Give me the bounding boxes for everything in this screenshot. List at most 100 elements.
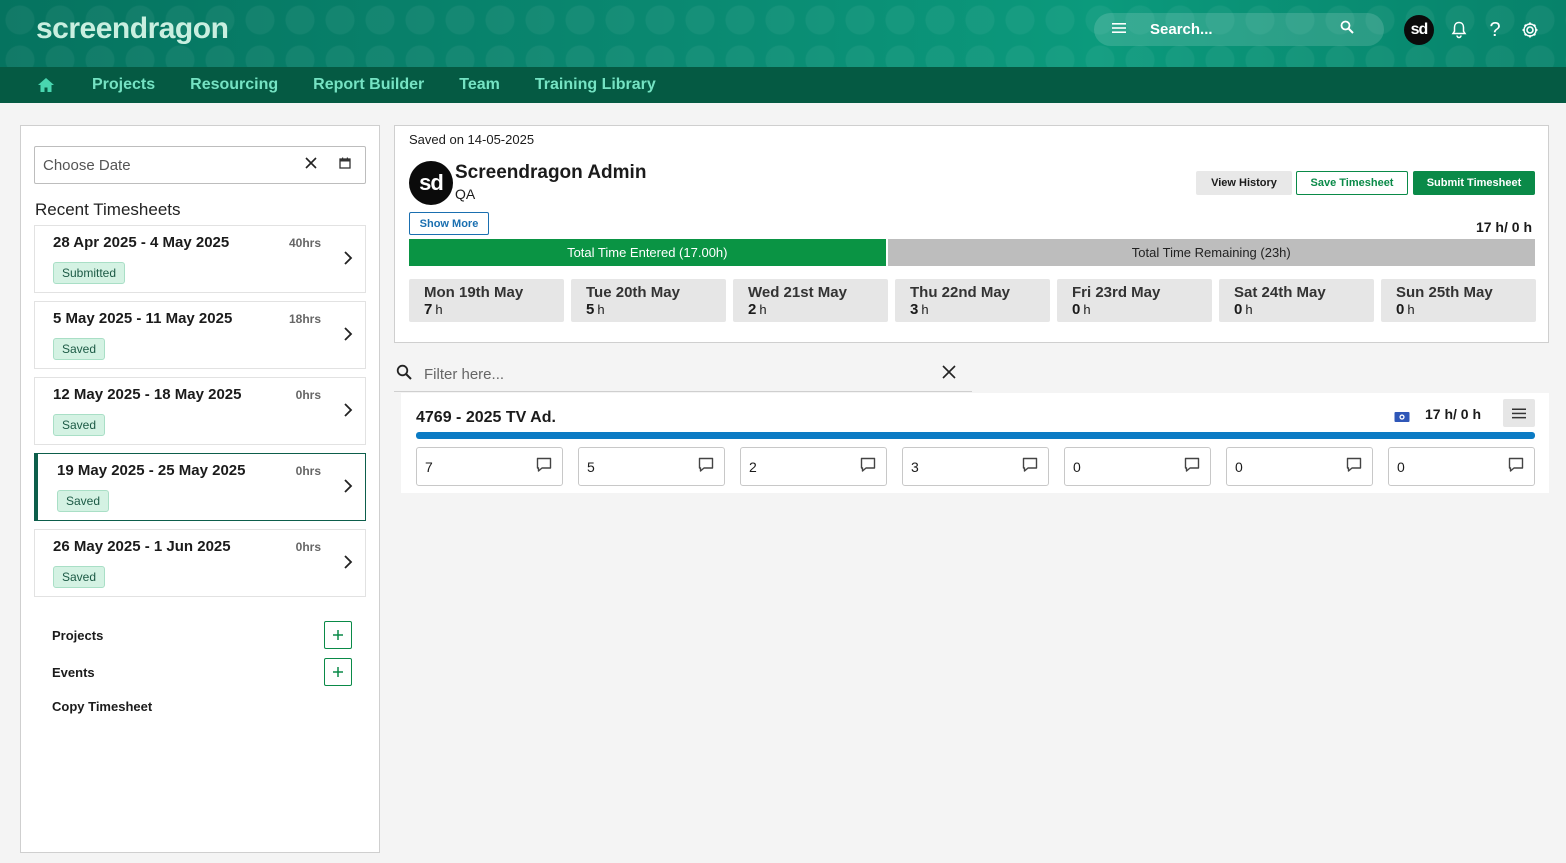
day-hours: 0: [1234, 301, 1243, 318]
user-avatar-large: sd: [409, 161, 453, 205]
hours-entry-thu[interactable]: 3: [902, 447, 1049, 486]
filter-input[interactable]: Filter here...: [424, 366, 942, 383]
project-progress-bar: [416, 432, 1535, 439]
day-unit: h: [1407, 302, 1415, 317]
hours-value[interactable]: 0: [1235, 459, 1243, 475]
day-hours: 5: [586, 301, 595, 318]
nav-report-builder[interactable]: Report Builder: [313, 76, 424, 94]
home-icon[interactable]: [37, 75, 57, 95]
day-summary-fri[interactable]: Fri 23rd May 0h: [1057, 279, 1212, 322]
day-name: Fri 23rd May: [1072, 284, 1161, 301]
timesheet-item[interactable]: 28 Apr 2025 - 4 May 2025 40hrs Submitted: [34, 225, 366, 293]
clear-icon[interactable]: [305, 156, 325, 174]
projects-label: Projects: [52, 628, 104, 643]
help-icon[interactable]: ?: [1484, 18, 1506, 42]
search-bar[interactable]: Search...: [1094, 13, 1384, 46]
hours-value[interactable]: 7: [425, 459, 433, 475]
timesheet-range: 19 May 2025 - 25 May 2025: [57, 462, 246, 479]
day-hours: 2: [748, 301, 757, 318]
logo[interactable]: screendragon: [36, 12, 229, 46]
day-hours: 0: [1072, 301, 1081, 318]
hours-value[interactable]: 3: [911, 459, 919, 475]
day-hours: 0: [1396, 301, 1405, 318]
day-summary-thu[interactable]: Thu 22nd May 3h: [895, 279, 1050, 322]
comment-icon[interactable]: [1184, 457, 1201, 474]
status-badge: Submitted: [53, 262, 126, 284]
comment-icon[interactable]: [1022, 457, 1039, 474]
timesheet-item-active[interactable]: 19 May 2025 - 25 May 2025 0hrs Saved: [34, 453, 366, 521]
day-name: Sun 25th May: [1396, 284, 1493, 301]
chevron-right-icon[interactable]: [343, 326, 357, 344]
comment-icon[interactable]: [1508, 457, 1525, 474]
view-history-button[interactable]: View History: [1196, 171, 1292, 195]
hours-value[interactable]: 0: [1073, 459, 1081, 475]
main-nav: Projects Resourcing Report Builder Team …: [0, 67, 1566, 103]
hours-value[interactable]: 0: [1397, 459, 1405, 475]
gear-icon[interactable]: [1519, 18, 1541, 42]
chevron-right-icon[interactable]: [343, 554, 357, 572]
timesheet-hours: 40hrs: [288, 236, 321, 250]
day-summary-wed[interactable]: Wed 21st May 2h: [733, 279, 888, 322]
day-unit: h: [1083, 302, 1091, 317]
save-timesheet-button[interactable]: Save Timesheet: [1296, 171, 1408, 195]
hours-entry-tue[interactable]: 5: [578, 447, 725, 486]
day-summary-tue[interactable]: Tue 20th May 5h: [571, 279, 726, 322]
timesheet-range: 26 May 2025 - 1 Jun 2025: [53, 538, 231, 555]
day-unit: h: [597, 302, 605, 317]
project-hours: 17 h/ 0 h: [1425, 406, 1482, 422]
comment-icon[interactable]: [860, 457, 877, 474]
status-badge: Saved: [57, 490, 110, 512]
status-badge: Saved: [53, 566, 106, 588]
chevron-right-icon[interactable]: [343, 402, 357, 420]
nav-training-library[interactable]: Training Library: [535, 76, 656, 94]
comment-icon[interactable]: [536, 457, 553, 474]
day-summary-sun[interactable]: Sun 25th May 0h: [1381, 279, 1536, 322]
day-summary-sat[interactable]: Sat 24th May 0h: [1219, 279, 1374, 322]
search-icon[interactable]: [1340, 20, 1370, 39]
show-more-button[interactable]: Show More: [409, 212, 489, 235]
copy-timesheet-link[interactable]: Copy Timesheet: [52, 699, 152, 714]
timesheet-header-card: Saved on 14-05-2025 sd Screendragon Admi…: [394, 125, 1549, 343]
hours-value[interactable]: 5: [587, 459, 595, 475]
chevron-right-icon[interactable]: [343, 478, 357, 496]
timesheet-item[interactable]: 26 May 2025 - 1 Jun 2025 0hrs Saved: [34, 529, 366, 597]
timesheet-item[interactable]: 12 May 2025 - 18 May 2025 0hrs Saved: [34, 377, 366, 445]
clear-filter-icon[interactable]: [942, 364, 960, 384]
project-menu-button[interactable]: [1503, 399, 1535, 427]
ticket-icon[interactable]: [1394, 410, 1410, 422]
timesheet-range: 5 May 2025 - 11 May 2025: [53, 310, 233, 327]
hours-value[interactable]: 2: [749, 459, 757, 475]
day-unit: h: [435, 302, 443, 317]
submit-timesheet-button[interactable]: Submit Timesheet: [1413, 171, 1535, 195]
day-summary-mon[interactable]: Mon 19th May 7h: [409, 279, 564, 322]
project-progress-fill: [416, 432, 1535, 439]
hours-entry-sat[interactable]: 0: [1226, 447, 1373, 486]
comment-icon[interactable]: [698, 457, 715, 474]
hours-entry-sun[interactable]: 0: [1388, 447, 1535, 486]
timesheet-item[interactable]: 5 May 2025 - 11 May 2025 18hrs Saved: [34, 301, 366, 369]
search-input[interactable]: Search...: [1150, 21, 1340, 38]
filter-bar[interactable]: Filter here...: [394, 357, 972, 392]
nav-resourcing[interactable]: Resourcing: [190, 76, 278, 94]
add-project-button[interactable]: [324, 621, 352, 649]
timesheet-range: 12 May 2025 - 18 May 2025: [53, 386, 242, 403]
project-title: 4769 - 2025 TV Ad.: [416, 409, 556, 426]
nav-projects[interactable]: Projects: [92, 76, 155, 94]
date-picker[interactable]: Choose Date: [34, 146, 366, 184]
add-event-button[interactable]: [324, 658, 352, 686]
user-role: QA: [455, 186, 476, 202]
calendar-icon[interactable]: [339, 156, 355, 174]
hours-entry-wed[interactable]: 2: [740, 447, 887, 486]
date-input[interactable]: Choose Date: [43, 157, 305, 174]
comment-icon[interactable]: [1346, 457, 1363, 474]
chevron-right-icon[interactable]: [343, 250, 357, 268]
user-name: Screendragon Admin: [455, 162, 647, 183]
day-name: Wed 21st May: [748, 284, 847, 301]
menu-icon[interactable]: [1112, 21, 1132, 39]
day-hours: 3: [910, 301, 919, 318]
nav-team[interactable]: Team: [459, 76, 500, 94]
hours-entry-fri[interactable]: 0: [1064, 447, 1211, 486]
bell-icon[interactable]: [1448, 18, 1470, 42]
hours-entry-mon[interactable]: 7: [416, 447, 563, 486]
user-avatar[interactable]: sd: [1404, 15, 1434, 45]
